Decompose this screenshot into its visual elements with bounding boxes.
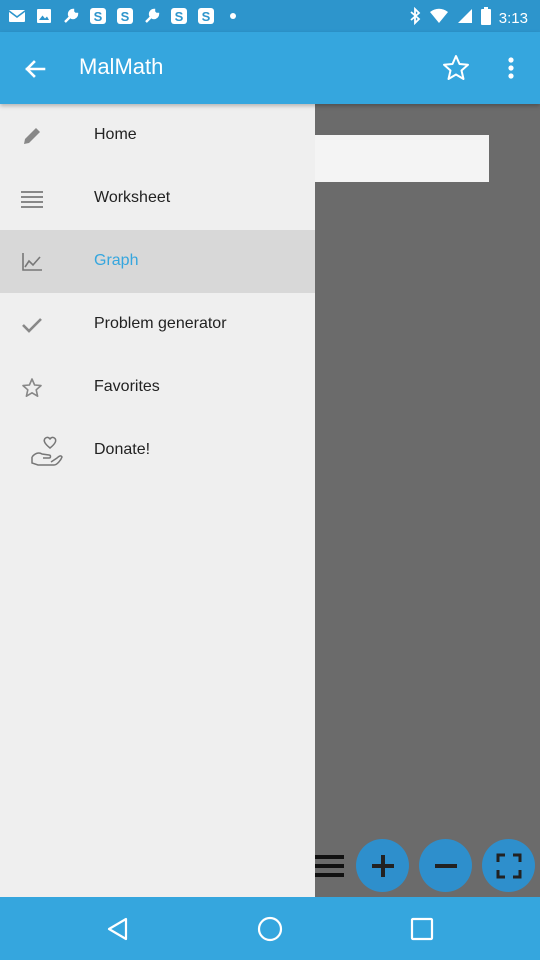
fullscreen-icon[interactable] <box>482 839 535 892</box>
app-s-icon: S <box>170 7 188 25</box>
dot-icon <box>224 7 242 25</box>
svg-text:S: S <box>121 9 130 24</box>
wrench-icon <box>62 7 80 25</box>
svg-text:S: S <box>202 9 211 24</box>
wifi-icon <box>429 8 449 29</box>
drawer-item-worksheet[interactable]: Worksheet <box>0 167 315 230</box>
zoom-out-icon[interactable] <box>419 839 472 892</box>
drawer-item-label: Problem generator <box>94 315 227 332</box>
signal-icon <box>457 8 473 29</box>
home-circle-icon[interactable] <box>255 914 285 944</box>
status-bar: S S S S 3:13 <box>0 0 540 32</box>
app-s-icon: S <box>89 7 107 25</box>
drawer-item-donate[interactable]: Donate! <box>0 419 315 482</box>
drawer-item-label: Favorites <box>94 378 160 395</box>
drawer-item-problem-generator[interactable]: Problem generator <box>0 293 315 356</box>
hand-heart-icon <box>30 435 64 467</box>
menu-icon[interactable] <box>312 853 344 879</box>
drawer-item-home[interactable]: Home <box>0 104 315 167</box>
bluetooth-icon <box>409 6 421 30</box>
drawer-item-label: Donate! <box>94 441 151 458</box>
clock: 3:13 <box>498 10 528 27</box>
drawer-item-favorites[interactable]: Favorites <box>0 356 315 419</box>
app-title: MalMath <box>79 54 164 79</box>
wrench-icon <box>143 7 161 25</box>
app-s-icon: S <box>197 7 215 25</box>
svg-text:S: S <box>175 9 184 24</box>
drawer-item-label: Graph <box>94 252 139 269</box>
email-icon <box>8 7 26 25</box>
pencil-icon <box>19 123 45 149</box>
notification-icons: S S S S <box>8 7 242 25</box>
star-outline-icon <box>19 375 45 401</box>
graph-icon <box>19 249 45 275</box>
more-vert-icon[interactable] <box>500 53 522 83</box>
battery-icon <box>480 7 491 30</box>
list-lines-icon <box>19 186 45 212</box>
drawer-item-label: Worksheet <box>94 189 171 206</box>
check-icon <box>19 312 45 338</box>
back-triangle-icon[interactable] <box>104 914 134 944</box>
app-s-icon: S <box>116 7 134 25</box>
system-nav-bar <box>0 897 540 960</box>
drawer-item-label: Home <box>94 126 137 143</box>
svg-text:S: S <box>94 9 103 24</box>
app-bar: MalMath <box>0 32 540 104</box>
status-right: 3:13 <box>409 6 528 30</box>
star-outline-icon[interactable] <box>441 53 471 83</box>
arrow-back-icon[interactable] <box>20 54 50 84</box>
zoom-in-icon[interactable] <box>356 839 409 892</box>
drawer-item-graph[interactable]: Graph <box>0 230 315 293</box>
navigation-drawer: Home Worksheet Graph Problem generator F… <box>0 104 315 897</box>
image-icon <box>35 7 53 25</box>
recents-square-icon[interactable] <box>407 914 437 944</box>
